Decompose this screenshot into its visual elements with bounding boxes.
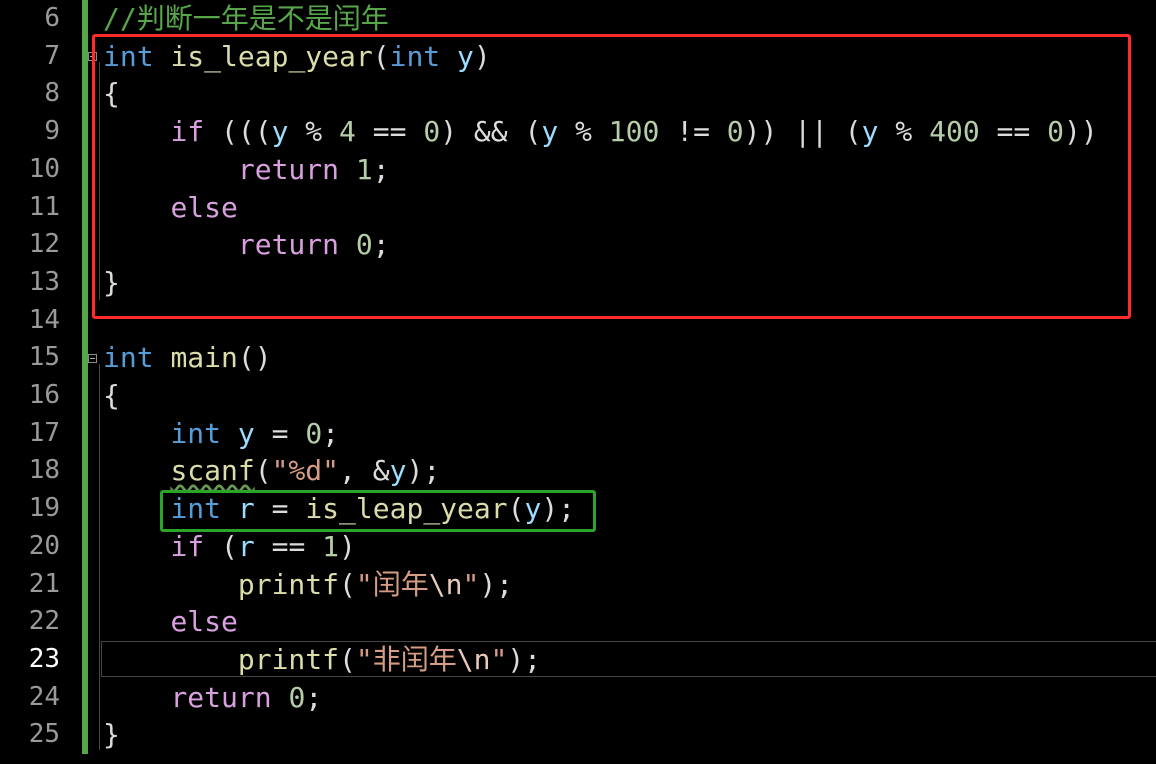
line-number: 25 bbox=[28, 719, 60, 750]
red-highlight-box bbox=[92, 34, 1131, 319]
code-line[interactable]: 6 //判断一年是不是闰年 bbox=[0, 0, 1156, 38]
string-literal: "%d" bbox=[271, 454, 340, 488]
string-literal: "闰年 bbox=[355, 567, 429, 601]
line-number: 17 bbox=[28, 417, 60, 448]
code-line[interactable]: 21 printf("闰年\n"); bbox=[0, 566, 1156, 604]
line-code: printf("非闰年\n"); bbox=[237, 642, 542, 676]
green-highlight-box bbox=[160, 490, 596, 532]
code-line[interactable]: 25 } bbox=[0, 716, 1156, 754]
line-number: 7 bbox=[44, 40, 60, 71]
code-line[interactable]: 22 else bbox=[0, 603, 1156, 641]
var-y: y bbox=[389, 454, 407, 488]
line-number: 22 bbox=[28, 606, 60, 637]
number: 0 bbox=[305, 416, 323, 450]
code-editor[interactable]: 6 //判断一年是不是闰年 7 int is_leap_year(int y) … bbox=[0, 0, 1156, 764]
code-line[interactable]: 18 scanf("%d", &y); bbox=[0, 452, 1156, 490]
function-call: printf bbox=[237, 567, 340, 601]
collapse-icon[interactable] bbox=[88, 354, 97, 363]
line-number: 13 bbox=[28, 266, 60, 297]
outline-guide bbox=[99, 364, 100, 750]
code-line[interactable]: 15 int main() bbox=[0, 339, 1156, 377]
var-r: r bbox=[237, 529, 255, 563]
line-number: 16 bbox=[28, 380, 60, 410]
comment: //判断一年是不是闰年 bbox=[103, 2, 389, 35]
string-quote: " bbox=[490, 642, 508, 676]
escape-sequence: \n bbox=[428, 567, 463, 601]
keyword-return: return bbox=[170, 680, 272, 714]
line-number: 14 bbox=[28, 304, 60, 335]
keyword-int: int bbox=[170, 416, 222, 450]
line-code: else bbox=[103, 603, 238, 641]
code-line-current[interactable]: 23 printf("非闰年\n"); bbox=[0, 641, 1156, 679]
line-code: scanf("%d", &y); bbox=[170, 454, 441, 488]
escape-sequence: \n bbox=[456, 642, 491, 676]
function-call: scanf bbox=[170, 454, 255, 488]
line-code: { bbox=[103, 379, 120, 412]
string-literal: "非闰年 bbox=[355, 642, 457, 676]
code-line[interactable]: 20 if (r == 1) bbox=[0, 528, 1156, 566]
line-number: 10 bbox=[28, 153, 60, 184]
string-quote: " bbox=[462, 567, 480, 601]
keyword-else: else bbox=[170, 605, 238, 639]
line-number: 9 bbox=[44, 116, 60, 147]
line-number: 6 bbox=[44, 3, 60, 33]
line-number-current: 23 bbox=[28, 643, 60, 674]
keyword-int: int bbox=[103, 341, 154, 375]
line-number: 11 bbox=[28, 191, 60, 222]
line-code: return 0; bbox=[170, 680, 323, 714]
line-number: 21 bbox=[28, 568, 60, 599]
code-line[interactable]: 16 { bbox=[0, 377, 1156, 415]
line-number: 20 bbox=[28, 530, 60, 561]
line-code: printf("闰年\n"); bbox=[237, 567, 514, 601]
line-number: 19 bbox=[28, 493, 60, 524]
line-code: int main() bbox=[103, 341, 272, 375]
function-name: main bbox=[170, 341, 238, 375]
line-number: 8 bbox=[44, 78, 60, 109]
code-line[interactable]: 17 int y = 0; bbox=[0, 415, 1156, 453]
number: 1 bbox=[322, 529, 340, 563]
line-number: 12 bbox=[28, 229, 60, 260]
code-line[interactable]: 24 return 0; bbox=[0, 679, 1156, 717]
function-call: printf bbox=[237, 642, 340, 676]
var-y: y bbox=[237, 416, 255, 450]
line-code: if (r == 1) bbox=[170, 529, 356, 563]
keyword-if: if bbox=[170, 529, 205, 563]
line-code: int y = 0; bbox=[170, 416, 340, 450]
number: 0 bbox=[288, 680, 306, 714]
line-number: 15 bbox=[28, 342, 60, 373]
line-code: //判断一年是不是闰年 bbox=[103, 0, 389, 38]
line-number: 18 bbox=[28, 455, 60, 486]
line-code: } bbox=[103, 718, 120, 752]
line-number: 24 bbox=[28, 681, 60, 712]
